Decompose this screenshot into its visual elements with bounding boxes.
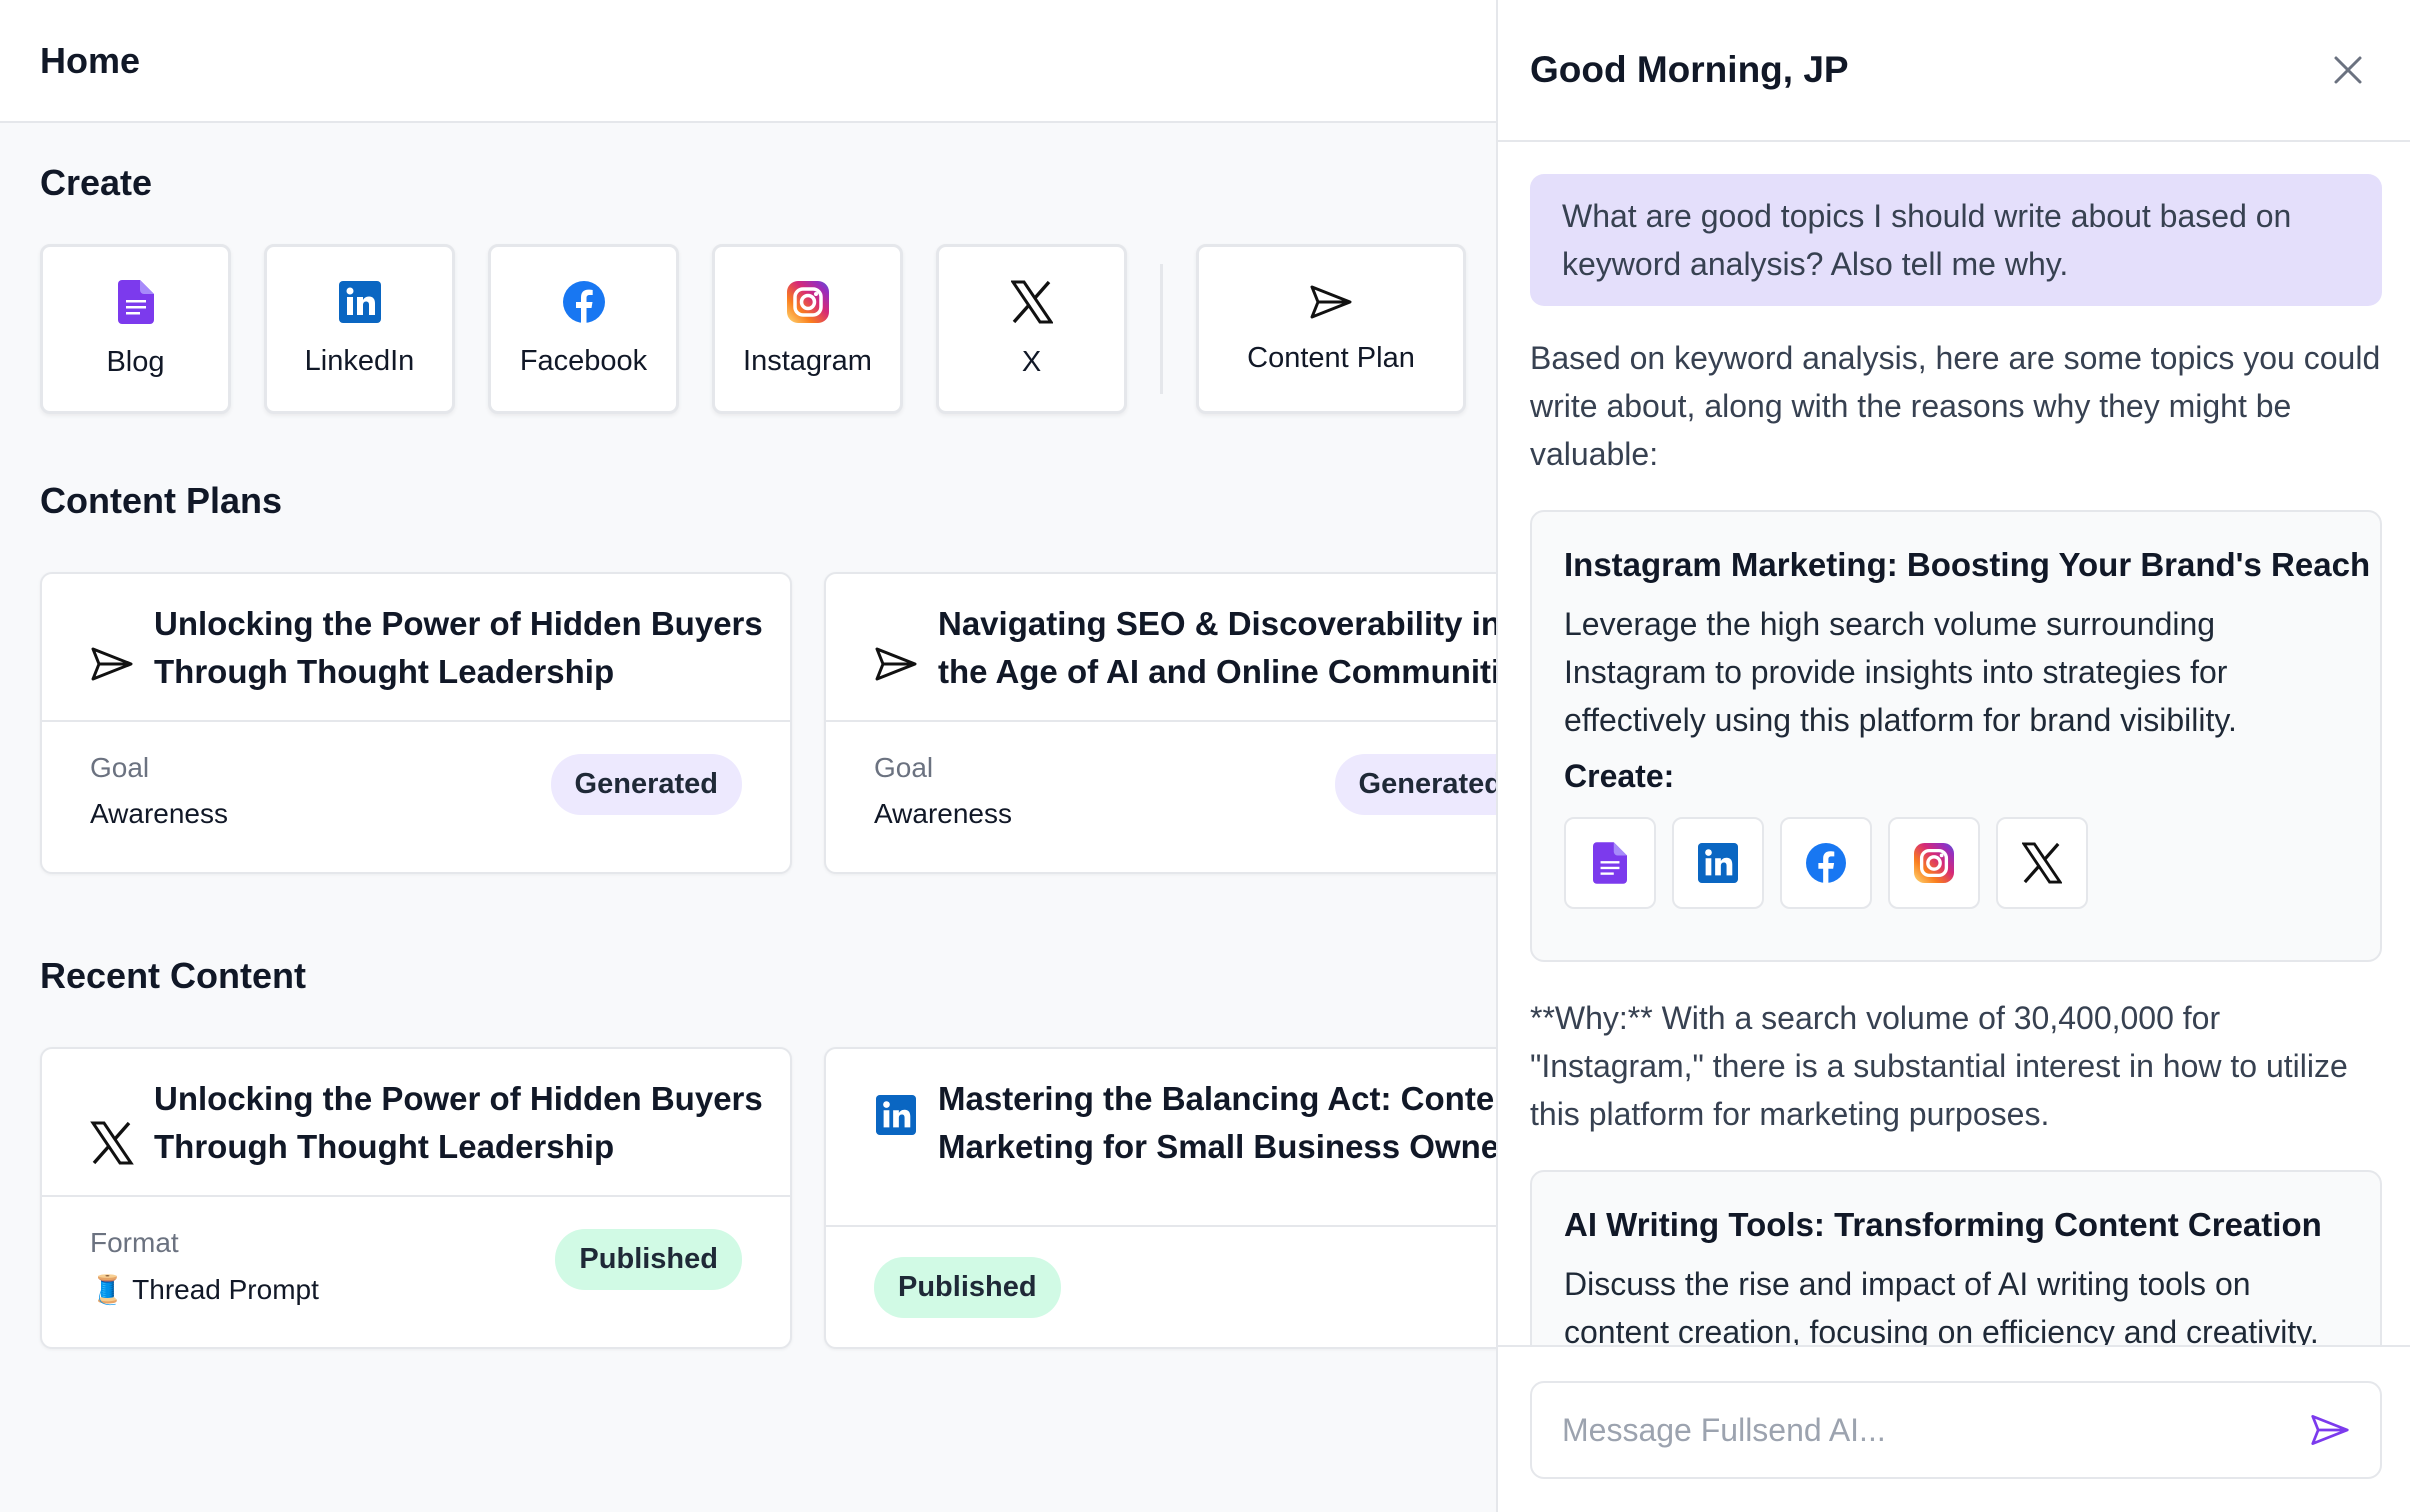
status-badge: Generated [550, 754, 742, 815]
why-text: **Why:** With a search volume of 30,400,… [1530, 1000, 2348, 1132]
tile-divider [1160, 264, 1163, 394]
recent-content-section-title: Recent Content [40, 955, 307, 996]
card-header: Unlocking the Power of Hidden Buyers Thr… [42, 574, 790, 722]
topic-create-x-button[interactable] [1996, 817, 2088, 909]
topic-create-blog-button[interactable] [1564, 817, 1656, 909]
topic-title: Instagram Marketing: Boosting Your Brand… [1564, 546, 2371, 583]
create-linkedin-button[interactable]: LinkedIn [264, 244, 455, 414]
create-content-plan-button[interactable]: Content Plan [1196, 244, 1466, 414]
topic-card: Instagram Marketing: Boosting Your Brand… [1530, 510, 2382, 962]
main-area: Home Create Blog LinkedIn Facebook Insta… [0, 0, 1496, 1512]
message-input-box [1530, 1381, 2382, 1479]
create-tile-label: LinkedIn [304, 344, 415, 377]
send-icon [91, 647, 133, 681]
close-icon[interactable] [2332, 54, 2364, 86]
instagram-icon [786, 280, 829, 323]
assistant-panel: Good Morning, JP What are good topics I … [1496, 0, 2410, 1512]
card-title: Mastering the Balancing Act: Content Mar… [938, 1080, 1496, 1165]
facebook-icon [1806, 843, 1846, 883]
create-facebook-button[interactable]: Facebook [488, 244, 679, 414]
topic-create-instagram-button[interactable] [1888, 817, 1980, 909]
linkedin-icon [338, 280, 381, 323]
linkedin-icon [876, 1095, 916, 1135]
create-tiles: Blog LinkedIn Facebook Instagram X Conte… [40, 244, 1496, 414]
greeting: Good Morning, JP [1530, 49, 1849, 90]
topic-create-buttons [1564, 817, 2348, 909]
card-title: Navigating SEO & Discoverability in the … [938, 605, 1496, 690]
document-icon [1593, 842, 1627, 884]
topic-create-linkedin-button[interactable] [1672, 817, 1764, 909]
topic-description: Leverage the high search volume surround… [1564, 606, 2237, 738]
card-header: Mastering the Balancing Act: Content Mar… [826, 1049, 1496, 1227]
status-badge: Published [874, 1257, 1061, 1318]
facebook-icon [562, 280, 605, 323]
card-header: Unlocking the Power of Hidden Buyers Thr… [42, 1049, 790, 1197]
create-tile-label: X [1021, 345, 1042, 378]
status-badge: Generated [1334, 754, 1496, 815]
content-plans-section-title: Content Plans [40, 480, 283, 521]
page-title: Home [40, 39, 141, 81]
recent-content-card[interactable]: Unlocking the Power of Hidden Buyers Thr… [40, 1047, 792, 1349]
create-tile-label: Facebook [519, 344, 648, 377]
user-message: What are good topics I should write abou… [1530, 174, 2382, 306]
create-tile-label: Content Plan [1247, 341, 1415, 374]
x-icon [90, 1121, 134, 1165]
send-icon [875, 647, 917, 681]
card-header: Navigating SEO & Discoverability in the … [826, 574, 1496, 722]
top-bar: Home [0, 0, 1496, 123]
x-icon [1010, 280, 1053, 323]
send-icon [1310, 285, 1352, 318]
card-title: Unlocking the Power of Hidden Buyers Thr… [154, 605, 763, 690]
card-title: Unlocking the Power of Hidden Buyers Thr… [154, 1080, 763, 1165]
message-composer [1498, 1345, 2410, 1512]
topic-create-label: Create: [1564, 758, 1675, 794]
create-section-title: Create [40, 162, 153, 203]
card-body: Goal Awareness Generated [42, 722, 790, 860]
create-blog-button[interactable]: Blog [40, 244, 231, 414]
create-tile-label: Blog [106, 345, 165, 378]
content-plan-card[interactable]: Unlocking the Power of Hidden Buyers Thr… [40, 572, 792, 874]
linkedin-icon [1698, 843, 1738, 883]
card-body: Format 🧵 Thread Prompt Published [42, 1197, 790, 1336]
panel-header: Good Morning, JP [1498, 0, 2410, 142]
status-badge: Published [555, 1229, 742, 1290]
topic-description: Discuss the rise and impact of AI writin… [1564, 1266, 2319, 1350]
instagram-icon [1914, 843, 1954, 883]
send-icon[interactable] [2310, 1413, 2350, 1447]
create-tile-label: Instagram [743, 344, 872, 377]
content-plan-card[interactable]: Navigating SEO & Discoverability in the … [824, 572, 1496, 874]
x-icon [2022, 842, 2062, 884]
document-icon [117, 279, 154, 324]
topic-create-facebook-button[interactable] [1780, 817, 1872, 909]
message-input[interactable] [1562, 1411, 2310, 1449]
recent-content-card[interactable]: Mastering the Balancing Act: Content Mar… [824, 1047, 1496, 1349]
create-instagram-button[interactable]: Instagram [712, 244, 903, 414]
ai-intro-text: Based on keyword analysis, here are some… [1530, 340, 2381, 472]
topic-title: AI Writing Tools: Transforming Content C… [1564, 1206, 2322, 1243]
card-body: Goal Awareness Generated [826, 722, 1496, 860]
card-body: Published [826, 1227, 1496, 1318]
create-x-button[interactable]: X [936, 244, 1127, 414]
